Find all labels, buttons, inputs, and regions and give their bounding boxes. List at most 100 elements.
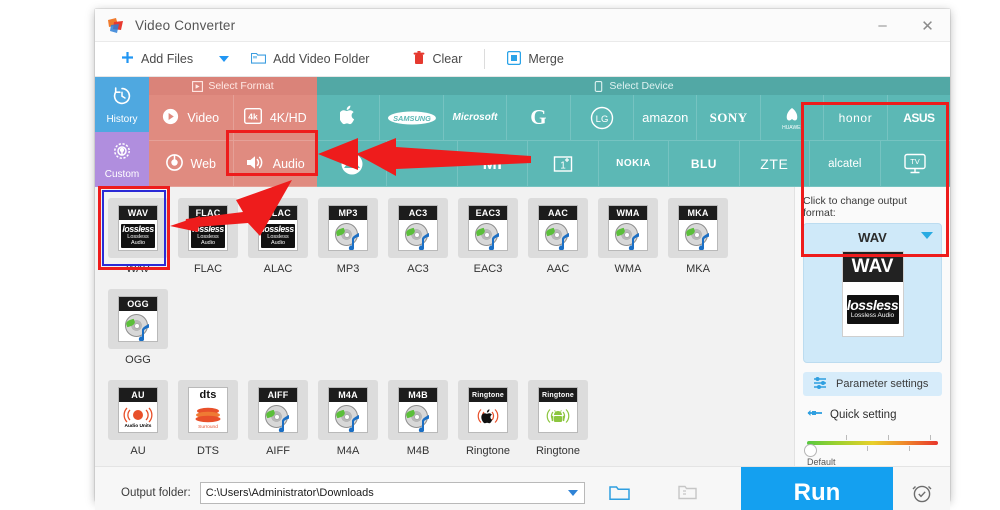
sidebar-item-history[interactable]: History (95, 77, 149, 132)
format-icon-body (469, 402, 507, 432)
parameter-settings-button[interactable]: Parameter settings (803, 372, 942, 396)
add-files-dropdown-icon[interactable] (219, 56, 230, 62)
slider-track (807, 441, 938, 445)
device-brand-microsoft[interactable]: Microsoft (443, 95, 508, 141)
merge-button[interactable]: Merge (507, 42, 564, 77)
device-brand-honor[interactable]: honor (824, 95, 888, 141)
convert-history-button[interactable] (675, 480, 701, 506)
device-brand-sony[interactable]: SONY (697, 95, 761, 141)
scheduler-button[interactable] (893, 467, 950, 510)
format-tile-label: MP3 (336, 263, 360, 275)
open-folder-button[interactable] (607, 480, 633, 506)
blu-wordmark: BLU (690, 156, 717, 171)
trash-icon (413, 50, 425, 68)
format-category-audio[interactable]: Audio (233, 141, 317, 187)
format-tile-wma[interactable]: WMA WMA (593, 198, 663, 275)
format-tile-label: WAV (126, 263, 150, 275)
format-category-web[interactable]: Web (149, 141, 234, 187)
device-brand-amazon[interactable]: amazon (634, 95, 698, 141)
format-tile-aac[interactable]: AAC AAC (523, 198, 593, 275)
close-button[interactable]: ✕ (905, 9, 950, 42)
format-tile-ogg[interactable]: OGG OGG (103, 289, 173, 366)
cd-note-icon (335, 223, 361, 250)
format-icon-body (329, 402, 367, 432)
format-tile-au[interactable]: AU Audio Units AU (103, 380, 173, 457)
format-category-4khd[interactable]: 4k 4K/HD (233, 95, 317, 141)
format-tile-row-1: WAV lossless Lossless Audio WAV FLAC lossless L… (103, 198, 794, 380)
device-brand-blu[interactable]: BLU (669, 141, 740, 187)
sliders-icon (813, 376, 828, 392)
lossless-badge: lossless Lossless Audio (121, 224, 155, 248)
lossless-badge-title: lossless (122, 224, 154, 234)
device-brand-lg[interactable]: LG (570, 95, 635, 141)
format-tile-aiff[interactable]: AIFF AIFF (243, 380, 313, 457)
add-video-folder-button[interactable]: Add Video Folder (251, 42, 369, 77)
cd-note-icon (125, 314, 151, 341)
lossless-badge-title: lossless (846, 296, 899, 313)
format-tile-dts[interactable]: dts Surround DTS (173, 380, 243, 457)
cd-note-icon (615, 223, 641, 250)
format-tile-mka[interactable]: MKA MKA (663, 198, 733, 275)
format-icon-body (399, 402, 437, 432)
device-brand-mi[interactable]: MI (457, 141, 529, 187)
device-brand-lenovo[interactable]: Lenovo (387, 141, 458, 187)
device-brand-vivo[interactable] (317, 141, 388, 187)
clear-button[interactable]: Clear (413, 42, 462, 77)
quick-setting-row[interactable]: Quick setting (803, 408, 942, 421)
sidebar-item-custom[interactable]: Custom (95, 132, 149, 187)
device-brand-asus[interactable]: ASUS (887, 95, 951, 141)
plus-icon (121, 51, 134, 67)
device-brand-huawei[interactable]: HUAWEI (760, 95, 825, 141)
format-tile-wav-selected[interactable]: WAV lossless Lossless Audio WAV (103, 198, 173, 275)
device-brand-google[interactable]: G (507, 95, 571, 141)
format-tile-icon-box: ALAC lossless Lossless Audio (248, 198, 308, 258)
format-tile-flac[interactable]: FLAC lossless Lossless Audio FLAC (173, 198, 243, 275)
device-brand-apple[interactable] (317, 95, 381, 141)
device-brand-nokia[interactable]: NOKIA (598, 141, 670, 187)
output-format-name: WAV (858, 230, 887, 245)
format-grid-pane: WAV lossless Lossless Audio WAV FLAC lossless L… (95, 187, 794, 466)
format-icon-caption: AIFF (259, 388, 297, 402)
output-format-card[interactable]: WAV WAV lossless Lossless Audio (803, 223, 942, 363)
device-brand-alcatel[interactable]: alcatel (810, 141, 881, 187)
format-file-icon: M4B (398, 387, 438, 433)
format-category-video[interactable]: Video (149, 95, 234, 141)
format-tile-ringtone[interactable]: Ringtone Ringtone (453, 380, 523, 457)
format-tile-mp3[interactable]: MP3 MP3 (313, 198, 383, 275)
format-category-audio-label: Audio (272, 156, 305, 171)
format-tile-label: AC3 (407, 263, 429, 275)
quick-setting-icon (807, 408, 823, 421)
format-tile-label: AAC (546, 263, 570, 275)
device-brand-samsung[interactable]: SAMSUNG (380, 95, 444, 141)
format-tile-m4a[interactable]: M4A M4A (313, 380, 383, 457)
format-tile-alac[interactable]: ALAC lossless Lossless Audio ALAC (243, 198, 313, 275)
device-brand-zte[interactable]: ZTE (739, 141, 811, 187)
device-brand-tv[interactable]: TV (880, 141, 950, 187)
format-tile-m4b[interactable]: M4B M4B (383, 380, 453, 457)
speaker-icon (246, 154, 265, 174)
run-button[interactable]: Run (741, 467, 893, 510)
svg-text:SAMSUNG: SAMSUNG (393, 114, 431, 123)
output-folder-dropdown-icon[interactable] (567, 489, 578, 496)
device-brand-oneplus[interactable]: 1 (528, 141, 599, 187)
bottom-bar: Output folder: C:\Users\Administrator\Do… (95, 466, 950, 510)
format-tile-label: DTS (197, 445, 219, 457)
add-video-folder-label: Add Video Folder (273, 52, 370, 66)
format-tile-ac3[interactable]: AC3 AC3 (383, 198, 453, 275)
format-file-icon: OGG (118, 296, 158, 342)
main-toolbar: Add Files Add Video Folder Clear Merge (95, 42, 950, 77)
slider-handle[interactable] (804, 444, 817, 457)
format-header-icon (192, 80, 204, 92)
oneplus-logo-icon: 1 (553, 155, 573, 172)
format-icon-body (539, 402, 577, 432)
format-tile-ringtone[interactable]: Ringtone Ringtone (523, 380, 593, 457)
chevron-down-icon[interactable] (921, 232, 933, 239)
minimize-button[interactable]: – (860, 9, 905, 42)
format-file-icon: AU Audio Units (118, 387, 158, 433)
tv-icon: TV (904, 153, 926, 173)
output-folder-input[interactable]: C:\Users\Administrator\Downloads (199, 481, 585, 504)
add-files-button[interactable]: Add Files (121, 42, 193, 77)
quality-slider[interactable]: Default (803, 435, 942, 467)
folder-history-icon (678, 485, 697, 500)
format-tile-eac3[interactable]: EAC3 EAC3 (453, 198, 523, 275)
